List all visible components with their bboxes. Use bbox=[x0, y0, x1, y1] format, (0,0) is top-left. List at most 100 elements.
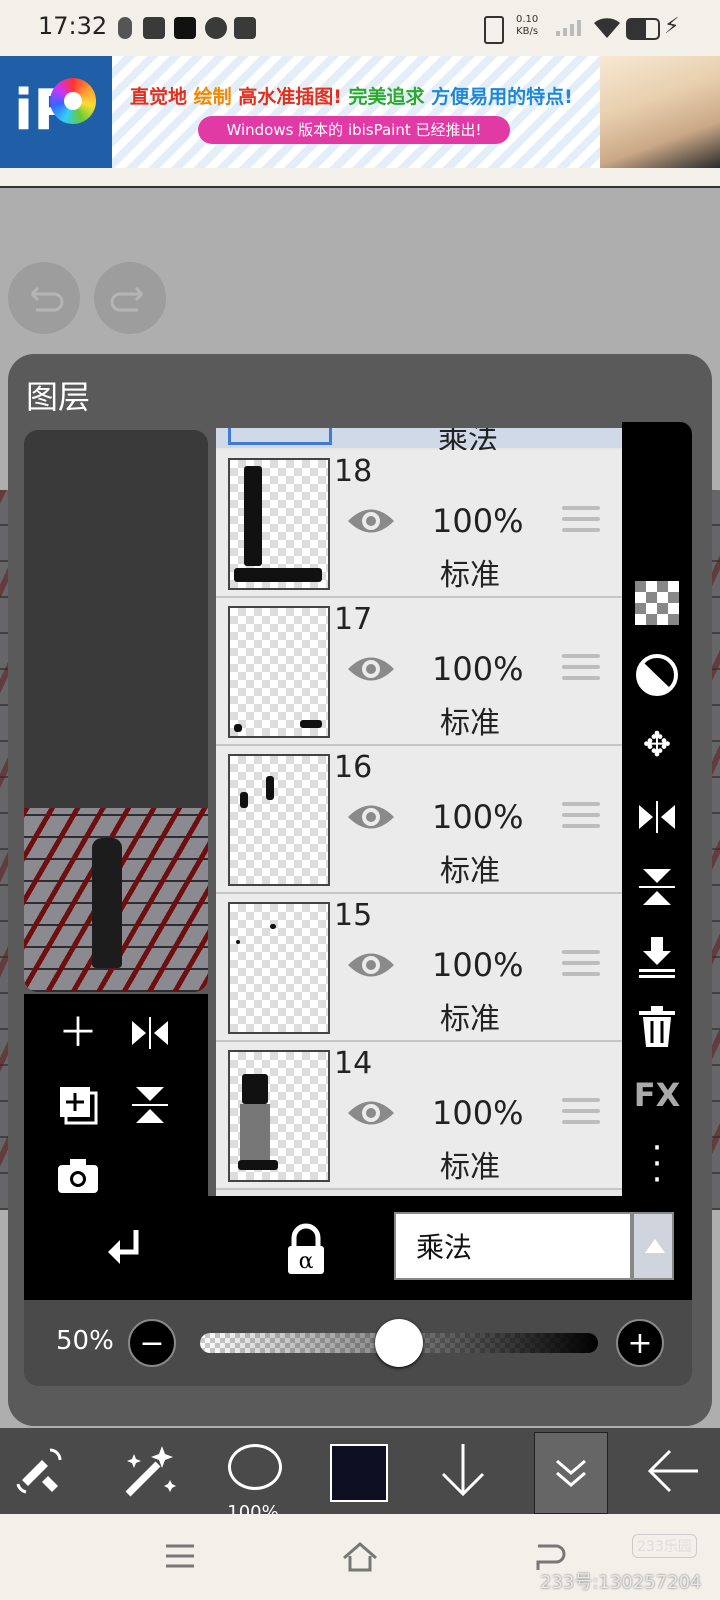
ad-portrait-image bbox=[600, 56, 720, 168]
link-icon bbox=[205, 17, 227, 39]
drag-handle-icon[interactable] bbox=[562, 654, 600, 684]
flip-vertical-icon[interactable] bbox=[120, 1080, 180, 1139]
watermark-text: 233号:130257204 bbox=[540, 1572, 702, 1593]
layer-row-partial[interactable]: 乘法 bbox=[216, 428, 622, 457]
layer-opacity: 100% bbox=[432, 650, 524, 688]
duplicate-layer-button[interactable] bbox=[48, 1080, 108, 1139]
tool-switch-icon[interactable] bbox=[8, 1436, 78, 1506]
layer-thumbnail bbox=[228, 1050, 330, 1182]
drag-handle-icon[interactable] bbox=[562, 506, 600, 536]
blend-mode-select[interactable]: 乘法 bbox=[394, 1212, 632, 1280]
visibility-eye-icon[interactable] bbox=[346, 948, 396, 982]
vibrate-icon bbox=[484, 16, 504, 44]
layer-blend-mode: 标准 bbox=[440, 706, 500, 741]
recorder-icon bbox=[174, 17, 196, 39]
visibility-eye-icon[interactable] bbox=[346, 504, 396, 538]
visibility-eye-icon[interactable] bbox=[346, 1096, 396, 1130]
layer-number: 18 bbox=[334, 454, 373, 489]
opacity-label: 50% bbox=[56, 1326, 114, 1356]
layer-blend-mode: 标准 bbox=[440, 1002, 500, 1037]
signal-icon bbox=[556, 20, 582, 36]
layer-ink bbox=[240, 1104, 270, 1160]
ad-headline-part: 绘制 bbox=[187, 86, 232, 108]
layer-ink bbox=[234, 724, 242, 732]
redo-button[interactable] bbox=[94, 262, 166, 334]
layer-tools: ＋ bbox=[24, 994, 208, 1220]
clipping-icon[interactable] bbox=[96, 1220, 156, 1280]
drag-handle-icon[interactable] bbox=[562, 1098, 600, 1128]
add-layer-button[interactable]: ＋ bbox=[48, 1008, 108, 1058]
fx-button[interactable]: FX bbox=[632, 1070, 682, 1120]
ad-headline-part: 高水准插图! bbox=[231, 86, 342, 108]
layer-thumbnail bbox=[228, 902, 330, 1034]
layer-opacity: 100% bbox=[432, 502, 524, 540]
ibispaint-logo: iP bbox=[0, 56, 112, 168]
menu-icon[interactable] bbox=[160, 1536, 200, 1576]
ad-subline: Windows 版本的 ibisPaint 已经推出! bbox=[198, 116, 510, 144]
drag-handle-icon[interactable] bbox=[562, 802, 600, 832]
blend-bar: α 乘法 bbox=[24, 1196, 692, 1300]
visibility-eye-icon[interactable] bbox=[346, 800, 396, 834]
layer-blend-mode: 标准 bbox=[440, 854, 500, 889]
color-swatch[interactable] bbox=[330, 1444, 388, 1502]
layer-blend-mode: 标准 bbox=[440, 1150, 500, 1185]
layer-ink bbox=[242, 1074, 268, 1104]
layer-thumbnail bbox=[228, 754, 330, 886]
home-icon[interactable] bbox=[340, 1536, 380, 1576]
opacity-slider-thumb[interactable] bbox=[375, 1319, 423, 1367]
layer-ink bbox=[270, 924, 276, 929]
layer-row[interactable]: 18 100% 标准 bbox=[216, 450, 622, 598]
ad-headline-part: 方便易用的特点! bbox=[424, 86, 573, 108]
ad-headline-part: 直觉地 bbox=[130, 86, 188, 108]
canvas-thumbnail[interactable] bbox=[24, 808, 208, 992]
net-speed: 0.10 KB/s bbox=[516, 14, 538, 38]
collapse-panel-button[interactable] bbox=[534, 1432, 608, 1514]
ad-headline: 直觉地 绘制 高水准插图! 完美追求 方便易用的特点! bbox=[130, 82, 573, 109]
opacity-bar: 50% − + bbox=[24, 1300, 692, 1386]
flip-vertical-icon[interactable] bbox=[632, 862, 682, 912]
layer-list[interactable]: 乘法 18 100% 标准 17 100% 标准 16 100% 标准 15 1… bbox=[216, 428, 622, 1220]
layer-row[interactable]: 16 100% 标准 bbox=[216, 746, 622, 894]
layer-thumbnail bbox=[228, 458, 330, 590]
merge-down-icon[interactable] bbox=[632, 932, 682, 982]
ad-banner[interactable]: iP 直觉地 绘制 高水准插图! 完美追求 方便易用的特点! Windows 版… bbox=[0, 56, 720, 168]
drag-handle-icon[interactable] bbox=[562, 950, 600, 980]
layer-opacity: 100% bbox=[432, 798, 524, 836]
database-icon bbox=[118, 17, 132, 39]
layer-ink bbox=[266, 776, 274, 800]
alpha-lock-icon[interactable]: α bbox=[276, 1220, 336, 1280]
selected-layer-thumb bbox=[228, 428, 332, 445]
layer-opacity: 100% bbox=[432, 1094, 524, 1132]
back-arrow-icon[interactable] bbox=[640, 1436, 710, 1506]
layer-row[interactable]: 14 100% 标准 bbox=[216, 1042, 622, 1190]
status-bar: 17:32 0.10 KB/s ⚡ bbox=[0, 0, 720, 56]
checker-icon[interactable] bbox=[632, 578, 682, 628]
svg-text:α: α bbox=[299, 1249, 314, 1274]
flip-horizontal-icon[interactable] bbox=[120, 1008, 180, 1065]
more-icon[interactable]: · · · bbox=[632, 1131, 682, 1197]
brush-size-indicator[interactable]: 100% bbox=[218, 1436, 288, 1523]
move-icon[interactable]: ✥ bbox=[632, 720, 682, 770]
wifi-icon bbox=[592, 14, 622, 44]
opacity-decrease-button[interactable]: − bbox=[128, 1319, 176, 1367]
play-icon bbox=[143, 17, 165, 39]
dropdown-arrow-icon[interactable] bbox=[632, 1212, 674, 1280]
flip-horizontal-icon[interactable] bbox=[632, 792, 682, 842]
trash-icon[interactable] bbox=[632, 1002, 682, 1052]
layer-number: 16 bbox=[334, 750, 373, 785]
layer-row[interactable]: 17 100% 标准 bbox=[216, 598, 622, 746]
layer-blend-mode: 标准 bbox=[440, 558, 500, 593]
magic-wand-icon[interactable] bbox=[112, 1436, 182, 1506]
undo-button[interactable] bbox=[8, 262, 80, 334]
ad-spacer bbox=[0, 168, 720, 186]
opacity-increase-button[interactable]: + bbox=[616, 1319, 664, 1367]
charging-icon: ⚡ bbox=[664, 14, 680, 39]
layer-ink bbox=[234, 568, 322, 582]
layer-ink bbox=[240, 792, 248, 808]
layer-ink bbox=[238, 1160, 278, 1170]
divider bbox=[0, 186, 720, 188]
invert-icon[interactable] bbox=[632, 650, 682, 700]
visibility-eye-icon[interactable] bbox=[346, 652, 396, 686]
layer-row[interactable]: 15 100% 标准 bbox=[216, 894, 622, 1042]
arrow-down-icon[interactable] bbox=[428, 1436, 498, 1506]
